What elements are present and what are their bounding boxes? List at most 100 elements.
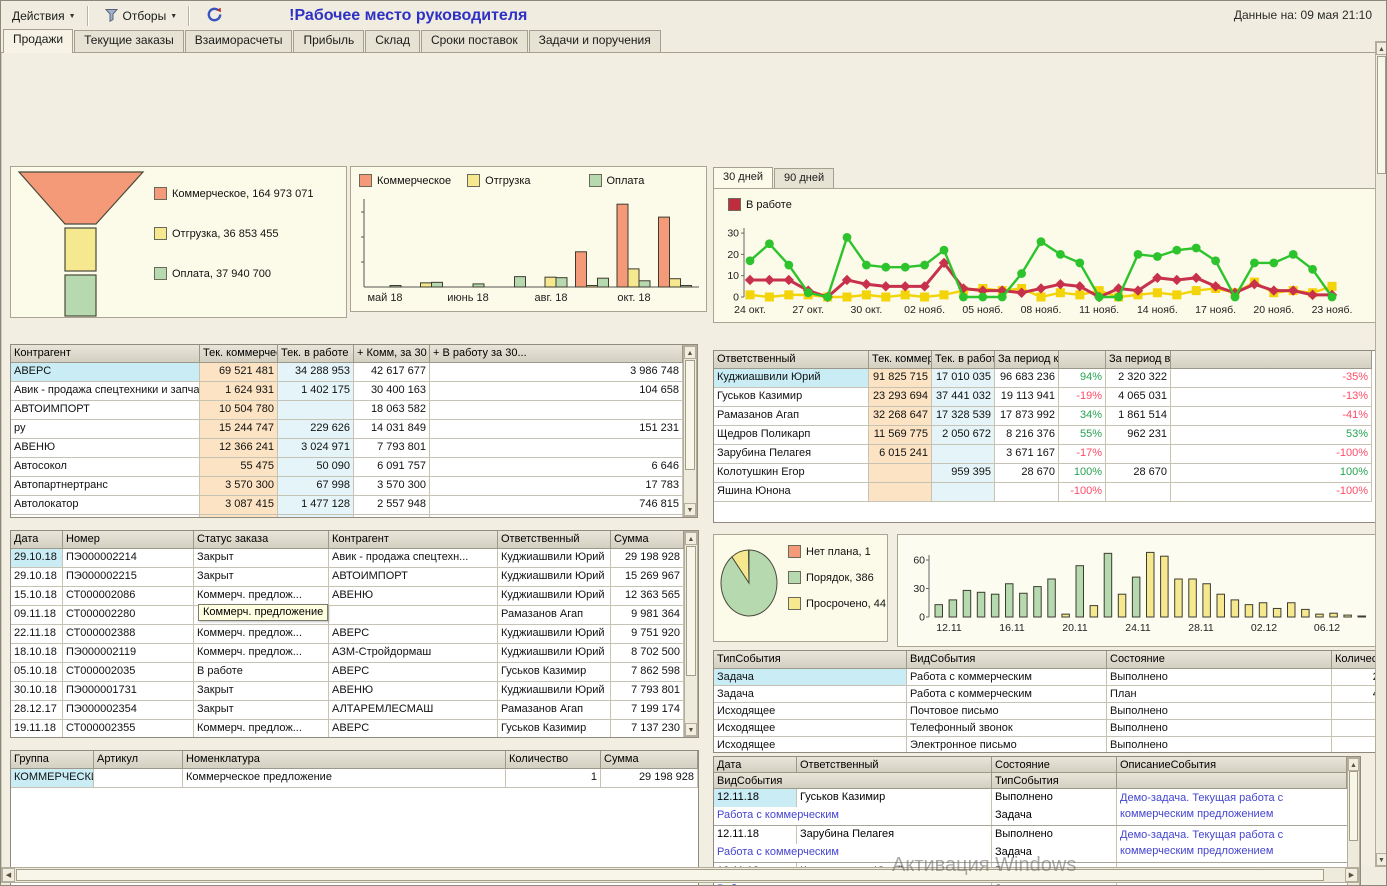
table-row[interactable]: 18.10.18ПЭ000002119Коммерч. предлож...АЗ…: [11, 644, 698, 663]
table-row[interactable]: ИсходящееЭлектронное письмоВыполнено2: [714, 737, 1375, 753]
table-row[interactable]: Рамазанов Агап32 268 64717 328 53917 873…: [714, 407, 1375, 426]
column-header[interactable]: Сумма: [611, 531, 684, 549]
scroll-thumb[interactable]: [1377, 56, 1386, 174]
table-row[interactable]: 15.10.18СТ000002086Коммерч. предлож...АВ…: [11, 587, 698, 606]
scroll-up-icon[interactable]: ▲: [685, 532, 697, 545]
column-header[interactable]: ОписаниеСобытия: [1117, 757, 1347, 773]
scroll-down-icon[interactable]: ▼: [1376, 853, 1387, 866]
main-tab-5[interactable]: Сроки поставок: [421, 30, 528, 52]
column-header[interactable]: За период в ...: [1106, 351, 1171, 369]
scroll-down-icon[interactable]: ▼: [684, 503, 696, 516]
column-header[interactable]: Состояние: [1107, 651, 1332, 669]
table-row[interactable]: ИсходящееТелефонный звонокВыполнено: [714, 720, 1375, 737]
column-header[interactable]: Дата: [11, 531, 63, 549]
period-tab-1[interactable]: 90 дней: [774, 168, 834, 189]
table-row[interactable]: 12.11.18Гуськов КазимирВыполненоРабота с…: [714, 789, 1360, 826]
table-row[interactable]: АВЕРС69 521 48134 288 95342 617 6773 986…: [11, 363, 697, 382]
table-row[interactable]: 12.11.18Зарубина ПелагеяВыполненоРабота …: [714, 826, 1360, 863]
table-row[interactable]: ИсходящееПочтовое письмоВыполнено: [714, 703, 1375, 720]
legend-item: Порядок, 386: [788, 571, 886, 584]
main-tab-4[interactable]: Склад: [365, 30, 420, 52]
table-row[interactable]: 05.10.18СТ000002035В работеАВЕРСГуськов …: [11, 663, 698, 682]
column-header[interactable]: ВидСобытия: [714, 773, 992, 789]
column-header[interactable]: Дата: [714, 757, 797, 773]
main-tab-3[interactable]: Прибыль: [293, 30, 364, 52]
column-header[interactable]: Артикул: [94, 751, 183, 769]
column-header[interactable]: Номенклатура: [183, 751, 506, 769]
column-header[interactable]: [1117, 773, 1347, 789]
column-header[interactable]: Ответственный: [498, 531, 611, 549]
scroll-left-icon[interactable]: ◀: [2, 868, 15, 882]
table-row[interactable]: КОММЕРЧЕСКИЕ...Коммерческое предложение1…: [11, 769, 698, 788]
scroll-thumb[interactable]: [16, 869, 1324, 881]
table-row[interactable]: Гуськов Казимир23 293 69437 441 03219 11…: [714, 388, 1375, 407]
column-header[interactable]: Состояние: [992, 757, 1117, 773]
scroll-up-icon[interactable]: ▲: [684, 346, 696, 359]
actions-button[interactable]: Действия ▼: [5, 5, 83, 27]
column-header[interactable]: ТипСобытия: [714, 651, 907, 669]
table-row[interactable]: Авик - продажа спецтехники и запчастей в…: [11, 382, 697, 401]
column-header[interactable]: Тек. коммер...: [869, 351, 932, 369]
filters-button-label: Отборы: [123, 9, 167, 23]
column-header[interactable]: Статус заказа: [194, 531, 329, 549]
table-row[interactable]: Яшина Юнона-100%-100%: [714, 483, 1375, 502]
column-header[interactable]: За период к...: [995, 351, 1059, 369]
scroll-thumb[interactable]: [685, 360, 695, 470]
table-row[interactable]: 29.10.18ПЭ000002214ЗакрытАвик - продажа …: [11, 549, 698, 568]
main-tab-1[interactable]: Текущие заказы: [74, 30, 184, 52]
column-header[interactable]: + В работу за 30...: [430, 345, 683, 363]
column-header[interactable]: Ответственный: [797, 757, 992, 773]
scroll-thumb[interactable]: [686, 546, 696, 676]
table-row[interactable]: АВЕНЮ12 366 2413 024 9717 793 801: [11, 439, 697, 458]
table-row[interactable]: 28.12.17ПЭ000002354ЗакрытАЛТАРЕМЛЕСМАШРа…: [11, 701, 698, 720]
scroll-thumb[interactable]: [1349, 771, 1358, 841]
main-tab-2[interactable]: Взаиморасчеты: [185, 30, 293, 52]
table-row[interactable]: АВТОИМПОРТ10 504 78018 063 582: [11, 401, 697, 420]
table-row[interactable]: ру15 244 747229 62614 031 849151 231: [11, 420, 697, 439]
scroll-up-icon[interactable]: ▲: [1348, 758, 1359, 771]
table-row[interactable]: Автолокатор3 087 4151 477 1282 557 94874…: [11, 496, 697, 515]
table-row[interactable]: 30.10.18ПЭ000001731ЗакрытАВЕНЮКуджиашвил…: [11, 682, 698, 701]
column-header[interactable]: Сумма: [601, 751, 698, 769]
column-header[interactable]: [1059, 351, 1106, 369]
scroll-down-icon[interactable]: ▼: [685, 723, 697, 736]
period-tab-0[interactable]: 30 дней: [713, 167, 773, 190]
column-header[interactable]: ВидСобытия: [907, 651, 1107, 669]
column-header[interactable]: Контрагент: [329, 531, 498, 549]
table-row[interactable]: Куджиашвили Юрий91 825 71517 010 03596 6…: [714, 369, 1375, 388]
table-row[interactable]: Щедров Поликарп11 569 7752 050 6728 216 …: [714, 426, 1375, 445]
table-row[interactable]: 22.11.18СТ000002388Коммерч. предлож...АВ…: [11, 625, 698, 644]
column-header[interactable]: [1171, 351, 1372, 369]
scroll-right-icon[interactable]: ▶: [1345, 868, 1358, 882]
table-row[interactable]: Колотушкин Егор959 39528 670100%28 67010…: [714, 464, 1375, 483]
table-row[interactable]: Автопартнертранс3 570 30067 9983 570 300…: [11, 477, 697, 496]
column-header[interactable]: Тек. коммерчес...: [200, 345, 278, 363]
refresh-button[interactable]: [198, 1, 231, 31]
table-row[interactable]: 09.11.18СТ000002280Рамазанов Агап9 981 3…: [11, 606, 698, 625]
table-row[interactable]: Зарубина Пелагея6 015 2413 671 167-17%-1…: [714, 445, 1375, 464]
column-header[interactable]: Тек. в работе: [278, 345, 354, 363]
column-header[interactable]: Группа: [11, 751, 94, 769]
legend-swatch: [154, 187, 167, 200]
table-row[interactable]: ЗадачаРабота с коммерческимПлан43: [714, 686, 1375, 703]
column-header[interactable]: Контрагент: [11, 345, 200, 363]
column-header[interactable]: + Комм, за 30 дн.: [354, 345, 430, 363]
window-horizontal-scrollbar[interactable]: ◀ ▶: [1, 867, 1359, 883]
table-row[interactable]: ЗадачаРабота с коммерческимВыполнено26: [714, 669, 1375, 686]
column-header[interactable]: ТипСобытия: [992, 773, 1117, 789]
column-header[interactable]: Номер: [63, 531, 194, 549]
scroll-up-icon[interactable]: ▲: [1376, 42, 1387, 55]
column-header[interactable]: Тек. в работе: [932, 351, 995, 369]
main-tab-0[interactable]: Продажи: [3, 29, 73, 53]
table-vertical-scrollbar[interactable]: ▲▼: [684, 531, 698, 737]
column-header[interactable]: Количество: [1332, 651, 1376, 669]
window-vertical-scrollbar[interactable]: ▲ ▼: [1375, 41, 1387, 867]
filters-button[interactable]: Отборы ▼: [97, 3, 185, 29]
column-header[interactable]: Количество: [506, 751, 601, 769]
main-tab-6[interactable]: Задачи и поручения: [529, 30, 661, 52]
table-row[interactable]: Автосокол55 47550 0906 091 7576 646: [11, 458, 697, 477]
column-header[interactable]: Ответственный: [714, 351, 869, 369]
table-vertical-scrollbar[interactable]: ▲▼: [683, 345, 697, 517]
table-row[interactable]: 29.10.18ПЭ000002215ЗакрытАВТОИМПОРТКуджи…: [11, 568, 698, 587]
table-row[interactable]: 19.11.18СТ000002355Коммерч. предлож...АВ…: [11, 720, 698, 738]
